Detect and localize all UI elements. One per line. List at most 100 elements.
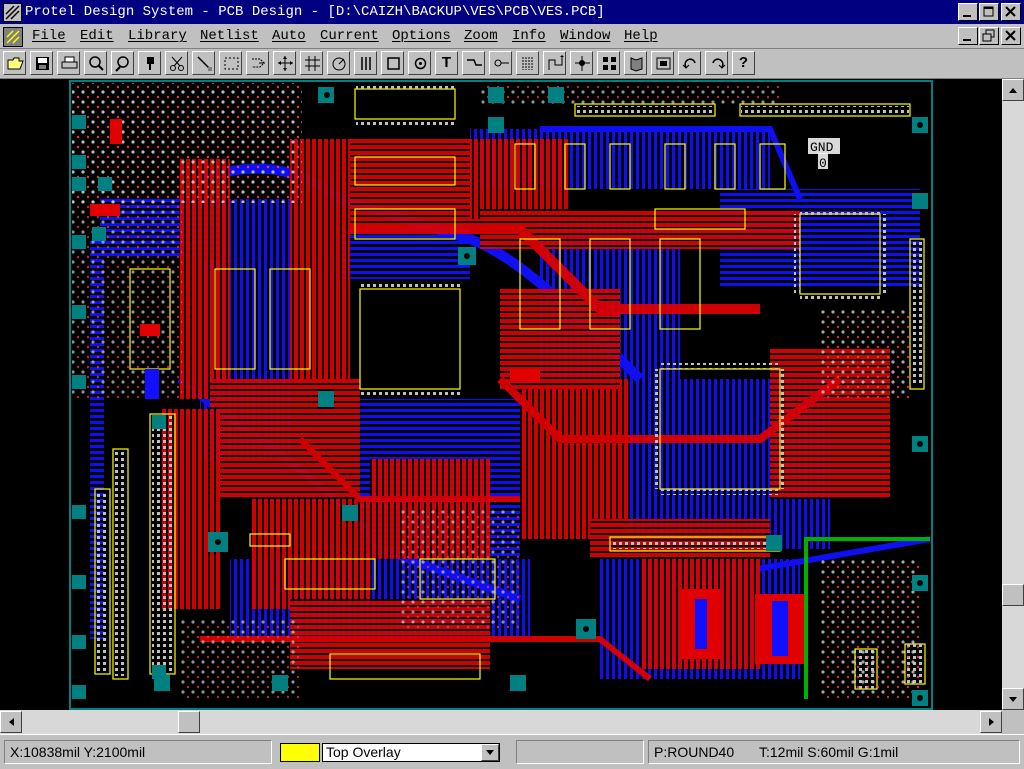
component-button[interactable]	[381, 51, 404, 75]
zoom-out-button[interactable]	[111, 51, 134, 75]
layer-color-swatch	[280, 743, 320, 762]
arrow-down-icon	[1009, 697, 1017, 702]
vertical-scroll-thumb[interactable]	[1002, 584, 1024, 606]
horizontal-scroll-thumb[interactable]	[178, 711, 200, 733]
report-icon	[656, 57, 671, 70]
place-pad-button[interactable]	[138, 51, 161, 75]
wire-button[interactable]	[192, 51, 215, 75]
doc-minimize-button[interactable]	[958, 27, 978, 45]
cut-button[interactable]	[165, 51, 188, 75]
title-bar: Protel Design System - PCB Design - [D:\…	[0, 0, 1024, 24]
pad-stack-icon	[603, 57, 616, 70]
redo-icon	[712, 58, 726, 69]
arrow-left-icon	[9, 718, 14, 726]
select-area-icon	[224, 57, 239, 70]
place-pad-icon	[147, 57, 154, 70]
grid-button[interactable]	[300, 51, 323, 75]
open-button[interactable]	[3, 51, 26, 75]
doc-restore-button[interactable]	[979, 27, 999, 45]
help-button[interactable]: ?	[732, 51, 755, 75]
scroll-up-button[interactable]	[1002, 79, 1024, 101]
pcb-workspace[interactable]: GND 0	[0, 79, 1002, 710]
maximize-button[interactable]	[979, 3, 999, 21]
menu-edit[interactable]: Edit	[80, 28, 114, 44]
menu-zoom[interactable]: Zoom	[464, 28, 498, 44]
zoom-in-icon	[89, 56, 104, 71]
minimize-button[interactable]	[958, 3, 978, 21]
library-button[interactable]	[624, 51, 647, 75]
connect-icon	[548, 55, 564, 70]
menu-info[interactable]: Info	[512, 28, 546, 44]
redo-button[interactable]	[705, 51, 728, 75]
status-settings-panel: P:ROUND40 T:12mil S:60mil G:1mil	[648, 740, 1020, 764]
status-track-info: T:12mil S:60mil G:1mil	[759, 744, 899, 760]
track-button[interactable]	[462, 51, 485, 75]
menu-bar: File Edit Library Netlist Auto Current O…	[0, 24, 1024, 49]
status-pad-info: P:ROUND40	[654, 744, 735, 760]
move-selection-button[interactable]	[246, 51, 269, 75]
arc-button[interactable]	[327, 51, 350, 75]
fanout-button[interactable]	[516, 51, 539, 75]
grid-icon	[305, 56, 320, 71]
arc-icon	[332, 57, 346, 71]
close-button[interactable]	[1001, 3, 1021, 21]
route-button[interactable]	[570, 51, 593, 75]
menu-current[interactable]: Current	[320, 28, 379, 44]
fanout-icon	[522, 57, 533, 70]
restore-icon	[982, 29, 995, 42]
via-icon	[414, 57, 427, 70]
document-icon[interactable]	[3, 27, 23, 47]
scroll-right-button[interactable]	[980, 711, 1002, 733]
menu-netlist[interactable]: Netlist	[200, 28, 259, 44]
menu-auto[interactable]: Auto	[272, 28, 306, 44]
menu-library[interactable]: Library	[128, 28, 187, 44]
pad-stack-button[interactable]	[597, 51, 620, 75]
undo-button[interactable]	[678, 51, 701, 75]
print-icon	[61, 56, 78, 69]
layer-selector[interactable]: Top Overlay	[278, 740, 502, 764]
minimize-icon	[963, 15, 971, 17]
report-button[interactable]	[651, 51, 674, 75]
save-button[interactable]	[30, 51, 53, 75]
vertical-scrollbar[interactable]	[1002, 79, 1024, 710]
pcb-board-canvas[interactable]: GND 0	[0, 79, 1002, 710]
current-layer-field[interactable]: Top Overlay	[322, 743, 500, 762]
menu-help[interactable]: Help	[624, 28, 658, 44]
track-icon	[467, 59, 482, 66]
via-button[interactable]	[408, 51, 431, 75]
maximize-icon	[983, 6, 994, 17]
app-icon[interactable]	[3, 3, 22, 22]
horizontal-scrollbar[interactable]	[0, 710, 1002, 734]
status-blank-panel	[516, 740, 644, 764]
bus-icon	[361, 57, 371, 70]
select-area-button[interactable]	[219, 51, 242, 75]
menu-window[interactable]: Window	[560, 28, 610, 44]
gnd-text: GND	[810, 140, 834, 155]
zoom-in-button[interactable]	[84, 51, 107, 75]
menu-options[interactable]: Options	[392, 28, 451, 44]
move-button[interactable]	[273, 51, 296, 75]
status-coordinates: X:10838mil Y:2100mil	[4, 740, 272, 764]
undo-icon	[682, 58, 696, 69]
bus-button[interactable]	[354, 51, 377, 75]
scroll-down-button[interactable]	[1002, 688, 1024, 710]
move-icon	[278, 56, 293, 71]
move-selection-icon	[252, 58, 265, 68]
pin-button[interactable]	[489, 51, 512, 75]
help-icon: ?	[738, 54, 749, 71]
text-icon: T	[441, 54, 452, 71]
scroll-left-button[interactable]	[0, 711, 22, 733]
route-icon	[575, 56, 590, 71]
scroll-corner	[1002, 710, 1024, 734]
print-button[interactable]	[57, 51, 80, 75]
text-button[interactable]: T	[435, 51, 458, 75]
connect-button[interactable]	[543, 51, 566, 75]
doc-close-button[interactable]	[1001, 27, 1021, 45]
layer-dropdown-button[interactable]	[481, 744, 499, 761]
menu-file[interactable]: File	[32, 28, 66, 44]
chevron-down-icon	[486, 750, 494, 755]
save-icon	[36, 57, 49, 70]
component-icon	[387, 57, 400, 70]
minimize-icon	[963, 39, 971, 41]
library-icon	[630, 57, 643, 72]
